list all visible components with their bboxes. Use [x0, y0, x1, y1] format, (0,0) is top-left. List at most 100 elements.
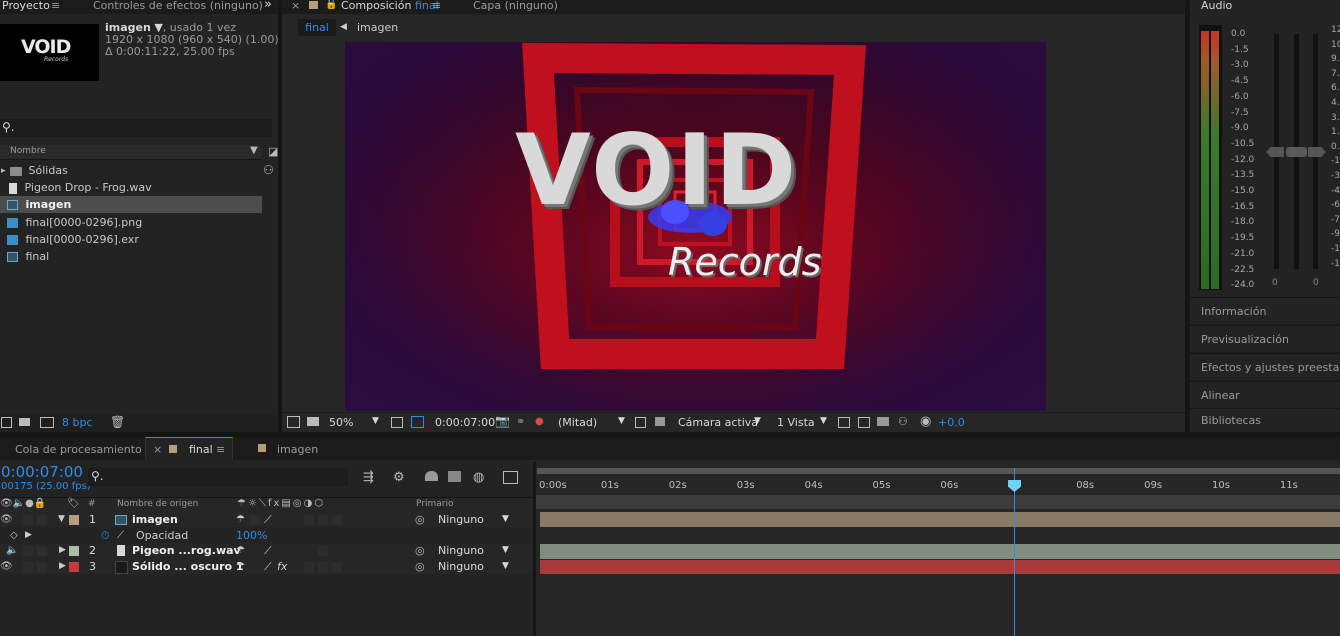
transparency-toggle-icon[interactable]	[655, 417, 665, 426]
lock-switch[interactable]	[37, 562, 47, 572]
comp-flowchart-icon[interactable]: ⇶	[363, 470, 374, 485]
tab-layer[interactable]: Capa (ninguno)	[473, 0, 558, 13]
pickwhip-icon[interactable]: ◎	[415, 559, 425, 574]
sort-dropdown-icon[interactable]: ▼	[250, 145, 258, 156]
parent-select[interactable]: Ninguno	[438, 559, 484, 574]
layer-label-color[interactable]	[69, 562, 79, 572]
camera-value[interactable]: Cámara activa	[678, 416, 758, 429]
zoom-dropdown-icon[interactable]: ▼	[372, 416, 379, 426]
motion-blur-switch[interactable]	[304, 515, 314, 525]
graph-editor-icon[interactable]	[503, 471, 518, 484]
layer-expand-icon[interactable]: ▼	[58, 512, 65, 527]
lock-switch[interactable]	[37, 515, 47, 525]
pickwhip-icon[interactable]: ◎	[415, 512, 425, 527]
color-depth-button[interactable]: 8 bpc	[62, 416, 93, 429]
pickwhip-icon[interactable]: ◎	[415, 543, 425, 558]
parent-dropdown-icon[interactable]: ▼	[502, 559, 509, 574]
col-hash[interactable]: #	[88, 499, 96, 509]
overflow-chevron-icon[interactable]: »	[264, 0, 272, 12]
expand-arrow-icon[interactable]: ▸	[1, 163, 6, 180]
effects-switch-icon[interactable]: fx	[277, 559, 287, 574]
resolution-dropdown-icon[interactable]: ▼	[618, 416, 625, 426]
col-source-name[interactable]: Nombre de origen	[117, 499, 198, 509]
opacity-value[interactable]: 100%	[236, 528, 267, 543]
collapse-switch[interactable]	[250, 515, 260, 525]
trash-icon[interactable]: 🗑	[110, 415, 125, 429]
close-icon[interactable]: ×	[291, 0, 300, 13]
views-value[interactable]: 1 Vista	[777, 416, 815, 429]
list-item-selected[interactable]: imagen	[0, 196, 262, 213]
show-snapshot-icon[interactable]: ⚭	[516, 415, 525, 428]
solo-switch[interactable]	[23, 546, 33, 556]
interpret-footage-icon[interactable]	[1, 417, 12, 428]
parent-dropdown-icon[interactable]: ▼	[502, 512, 509, 527]
reset-exposure-icon[interactable]: ◉	[920, 414, 931, 429]
motion-blur-switch[interactable]	[304, 562, 314, 572]
flowchart-icon[interactable]: ◪	[268, 145, 278, 158]
layer-name[interactable]: Pigeon ...rog.wav	[132, 543, 241, 558]
resolution-value[interactable]: (Mitad)	[558, 416, 597, 429]
solo-switch[interactable]	[23, 515, 33, 525]
breadcrumb-imagen[interactable]: imagen	[357, 19, 398, 36]
layer-bar-audio[interactable]	[540, 544, 1340, 559]
toggle-pixel-aspect-icon[interactable]	[838, 417, 850, 428]
new-composition-icon[interactable]	[40, 417, 54, 428]
quality-switch-icon[interactable]: ⟋	[264, 512, 272, 527]
layer-row[interactable]: 👁 ▼ 1 imagen ☂ ⟋ ◎ Ninguno ▼	[0, 512, 535, 527]
time-navigator[interactable]	[537, 468, 1340, 474]
list-item[interactable]: Pigeon Drop - Frog.wav	[0, 179, 262, 196]
timeline-timecode[interactable]: 0:00:07:00	[1, 463, 83, 481]
panel-efectos-ajustes[interactable]: Efectos y ajustes preestablecidos	[1190, 353, 1340, 380]
tab-render-queue[interactable]: Cola de procesamiento	[15, 443, 142, 456]
tab-effects-controls[interactable]: Controles de efectos (ninguno)	[93, 0, 263, 13]
parent-select[interactable]: Ninguno	[438, 543, 484, 558]
transparency-grid-icon[interactable]	[411, 416, 424, 428]
playhead-line[interactable]	[1014, 468, 1015, 636]
lock-icon[interactable]: 🔓	[325, 0, 337, 12]
tab-composition[interactable]: Composición final	[341, 0, 439, 13]
av-switches-icon[interactable]: 👁🔈●🔒	[0, 498, 46, 509]
col-parent[interactable]: Primario	[416, 499, 453, 509]
panel-bibliotecas[interactable]: Bibliotecas	[1190, 408, 1340, 432]
tab-imagen[interactable]: imagen	[277, 443, 318, 456]
parent-dropdown-icon[interactable]: ▼	[502, 543, 509, 558]
motion-blur-icon[interactable]: ◍	[473, 470, 484, 485]
keyframe-diamond-icon[interactable]: ◇	[10, 528, 18, 543]
quality-switch-icon[interactable]: ⟋	[264, 559, 272, 574]
label-tag-icon[interactable]: 🏷	[67, 498, 80, 509]
panel-menu-icon[interactable]: ≡	[432, 0, 441, 13]
visibility-eye-icon[interactable]: 👁	[0, 512, 13, 527]
next-keyframe-icon[interactable]: ▶	[25, 528, 32, 543]
tab-project[interactable]: Proyecto	[2, 0, 50, 13]
layer-name[interactable]: Sólido ... oscuro 1	[132, 559, 244, 574]
zoom-value[interactable]: 50%	[329, 416, 353, 429]
visibility-eye-icon[interactable]: 👁	[0, 559, 13, 574]
timeline-icon[interactable]	[877, 417, 889, 426]
fast-preview-icon[interactable]	[635, 417, 646, 428]
shy-layers-icon[interactable]	[425, 471, 438, 481]
col-name[interactable]: Nombre	[10, 146, 46, 156]
region-of-interest-icon[interactable]	[391, 417, 403, 428]
adjustment-switch[interactable]	[318, 562, 328, 572]
breadcrumb-final[interactable]: final	[298, 19, 336, 36]
list-item[interactable]: ▸ Sólidas	[0, 162, 262, 179]
close-icon[interactable]: ×	[153, 443, 162, 456]
draft-3d-icon[interactable]: ⚙	[393, 470, 405, 485]
flowchart-view-icon[interactable]: ⚇	[898, 415, 908, 428]
list-item[interactable]: final[0000-0296].png	[0, 214, 262, 231]
hierarchy-icon[interactable]: ⚇	[263, 163, 274, 177]
panel-previsualizacion[interactable]: Previsualización	[1190, 325, 1340, 352]
work-area-bar[interactable]	[536, 495, 1340, 509]
timeline-search[interactable]: ⚲.	[88, 468, 348, 486]
stopwatch-icon[interactable]: ⏱	[101, 528, 110, 543]
quality-switch-icon[interactable]: ⟋	[264, 543, 272, 558]
panel-alinear[interactable]: Alinear	[1190, 381, 1340, 408]
shy-switch-icon[interactable]: ☂	[236, 559, 245, 574]
parent-select[interactable]: Ninguno	[438, 512, 484, 527]
channel-color-icon[interactable]: ●	[535, 416, 544, 427]
monitor-icon[interactable]	[307, 417, 319, 426]
lock-switch[interactable]	[37, 546, 47, 556]
layer-bar-imagen[interactable]	[540, 512, 1340, 527]
layer-row[interactable]: 👁 ▶ 3 Sólido ... oscuro 1 ☂ ⟋ fx ◎ Ningu…	[0, 559, 535, 574]
exposure-value[interactable]: +0.0	[938, 416, 965, 429]
